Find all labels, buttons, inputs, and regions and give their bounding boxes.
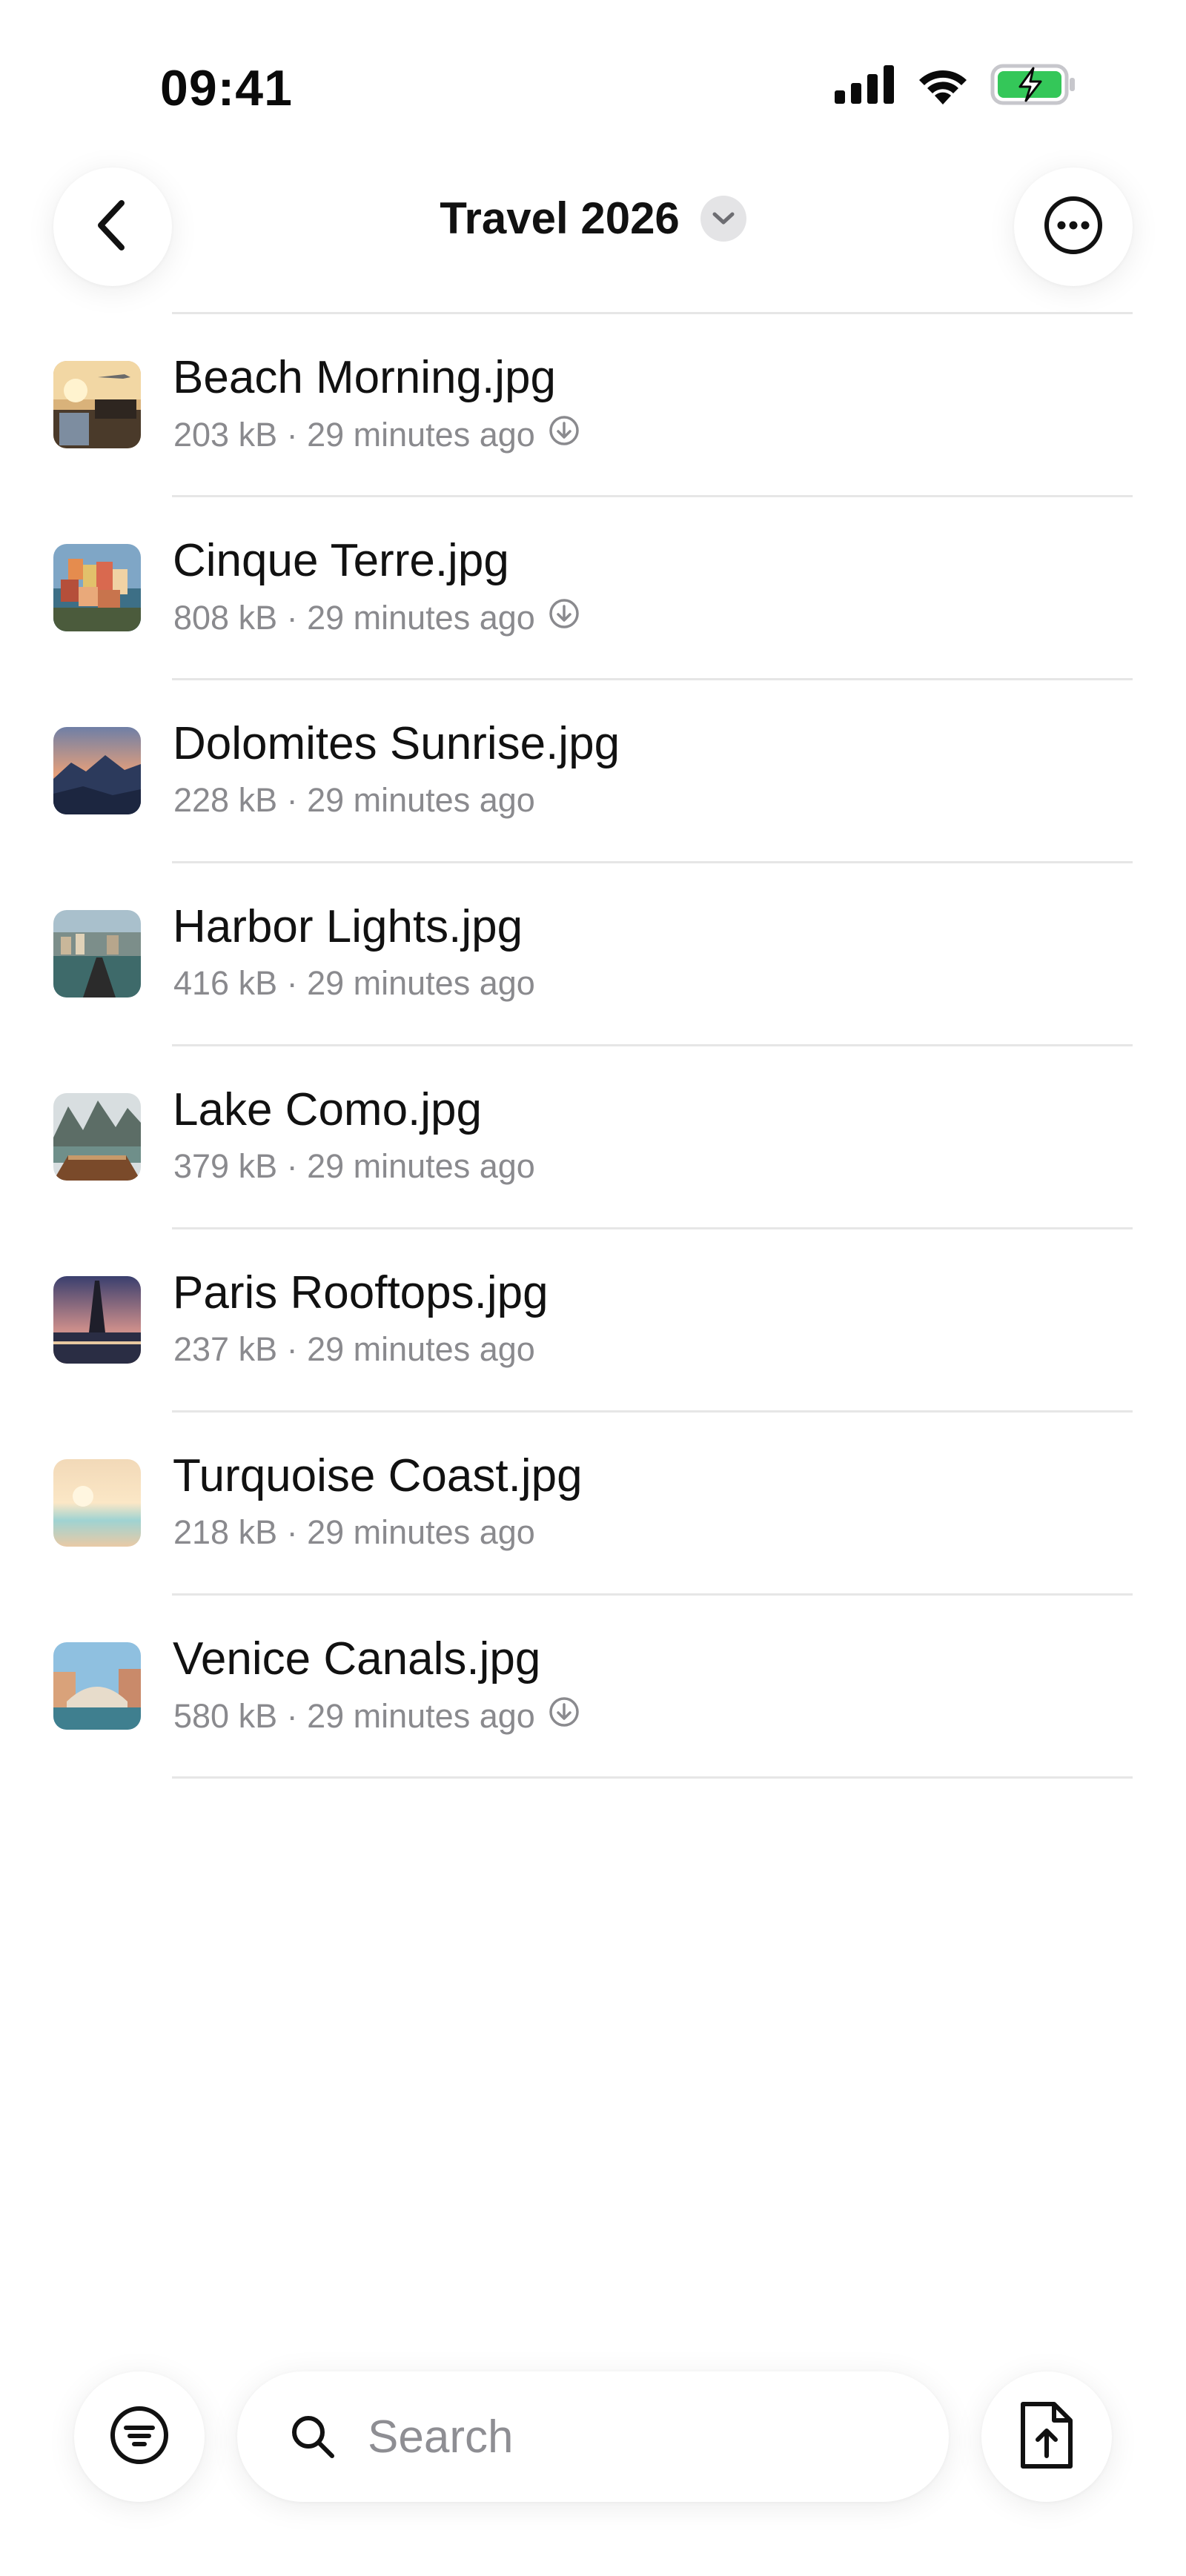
wifi-icon: [916, 64, 970, 108]
row-divider: [172, 1776, 1133, 1779]
status-icons: [835, 64, 1076, 109]
chevron-down-icon: [700, 195, 746, 242]
search-bar[interactable]: [237, 2371, 949, 2502]
file-name: Lake Como.jpg: [173, 1084, 483, 1135]
file-thumbnail: [53, 1642, 141, 1730]
download-icon: [549, 415, 580, 454]
file-size-time: 237 kB · 29 minutes ago: [173, 1330, 535, 1368]
file-row[interactable]: Paris Rooftops.jpg 237 kB · 29 minutes a…: [0, 1229, 1186, 1413]
file-name: Paris Rooftops.jpg: [173, 1267, 549, 1318]
file-meta: 416 kB · 29 minutes ago: [173, 964, 535, 1003]
file-row[interactable]: Turquoise Coast.jpg 218 kB · 29 minutes …: [0, 1413, 1186, 1596]
search-input[interactable]: [366, 2409, 888, 2464]
filter-lines-icon: [108, 2404, 170, 2470]
file-size-time: 379 kB · 29 minutes ago: [173, 1147, 535, 1185]
file-meta: 228 kB · 29 minutes ago: [173, 781, 535, 820]
cellular-signal-icon: [835, 65, 895, 107]
ellipsis-circle-icon: [1042, 194, 1104, 260]
filter-button[interactable]: [74, 2371, 205, 2502]
file-row[interactable]: Beach Morning.jpg 203 kB · 29 minutes ag…: [0, 314, 1186, 497]
file-name: Beach Morning.jpg: [173, 352, 556, 403]
search-icon: [289, 2413, 348, 2460]
more-options-button[interactable]: [1014, 167, 1133, 286]
file-row[interactable]: Harbor Lights.jpg 416 kB · 29 minutes ag…: [0, 863, 1186, 1046]
status-bar: 09:41: [0, 0, 1186, 148]
file-name: Cinque Terre.jpg: [173, 535, 509, 586]
file-row[interactable]: Lake Como.jpg 379 kB · 29 minutes ago: [0, 1046, 1186, 1229]
download-icon: [549, 598, 580, 637]
file-size-time: 203 kB · 29 minutes ago: [173, 415, 535, 454]
file-thumbnail: [53, 727, 141, 814]
file-name: Turquoise Coast.jpg: [173, 1450, 583, 1501]
file-thumbnail: [53, 1093, 141, 1181]
file-size-time: 808 kB · 29 minutes ago: [173, 598, 535, 637]
file-size-time: 580 kB · 29 minutes ago: [173, 1696, 535, 1735]
file-meta: 237 kB · 29 minutes ago: [173, 1330, 535, 1369]
file-thumbnail: [53, 1459, 141, 1547]
download-icon: [549, 1696, 580, 1736]
file-meta: 808 kB · 29 minutes ago: [173, 598, 580, 637]
file-thumbnail: [53, 910, 141, 997]
file-meta: 203 kB · 29 minutes ago: [173, 415, 580, 454]
file-thumbnail: [53, 361, 141, 448]
file-thumbnail: [53, 544, 141, 631]
file-meta: 379 kB · 29 minutes ago: [173, 1147, 535, 1186]
title-menu[interactable]: Travel 2026: [0, 193, 1186, 244]
file-size-time: 218 kB · 29 minutes ago: [173, 1513, 535, 1551]
file-name: Venice Canals.jpg: [173, 1633, 541, 1684]
page-title: Travel 2026: [440, 193, 680, 243]
file-row[interactable]: Dolomites Sunrise.jpg 228 kB · 29 minute…: [0, 680, 1186, 863]
file-size-time: 416 kB · 29 minutes ago: [173, 964, 535, 1002]
file-name: Dolomites Sunrise.jpg: [173, 718, 620, 769]
file-meta: 218 kB · 29 minutes ago: [173, 1513, 535, 1552]
file-thumbnail: [53, 1276, 141, 1364]
file-list: Beach Morning.jpg 203 kB · 29 minutes ag…: [0, 314, 1186, 1779]
file-row[interactable]: Venice Canals.jpg 580 kB · 29 minutes ag…: [0, 1596, 1186, 1779]
file-meta: 580 kB · 29 minutes ago: [173, 1696, 580, 1736]
status-time: 09:41: [160, 60, 293, 116]
file-size-time: 228 kB · 29 minutes ago: [173, 781, 535, 819]
upload-file-button[interactable]: [981, 2371, 1112, 2502]
file-row[interactable]: Cinque Terre.jpg 808 kB · 29 minutes ago: [0, 497, 1186, 680]
battery-charging-icon: [990, 64, 1076, 109]
file-upload-icon: [1017, 2400, 1076, 2474]
file-name: Harbor Lights.jpg: [173, 901, 523, 952]
